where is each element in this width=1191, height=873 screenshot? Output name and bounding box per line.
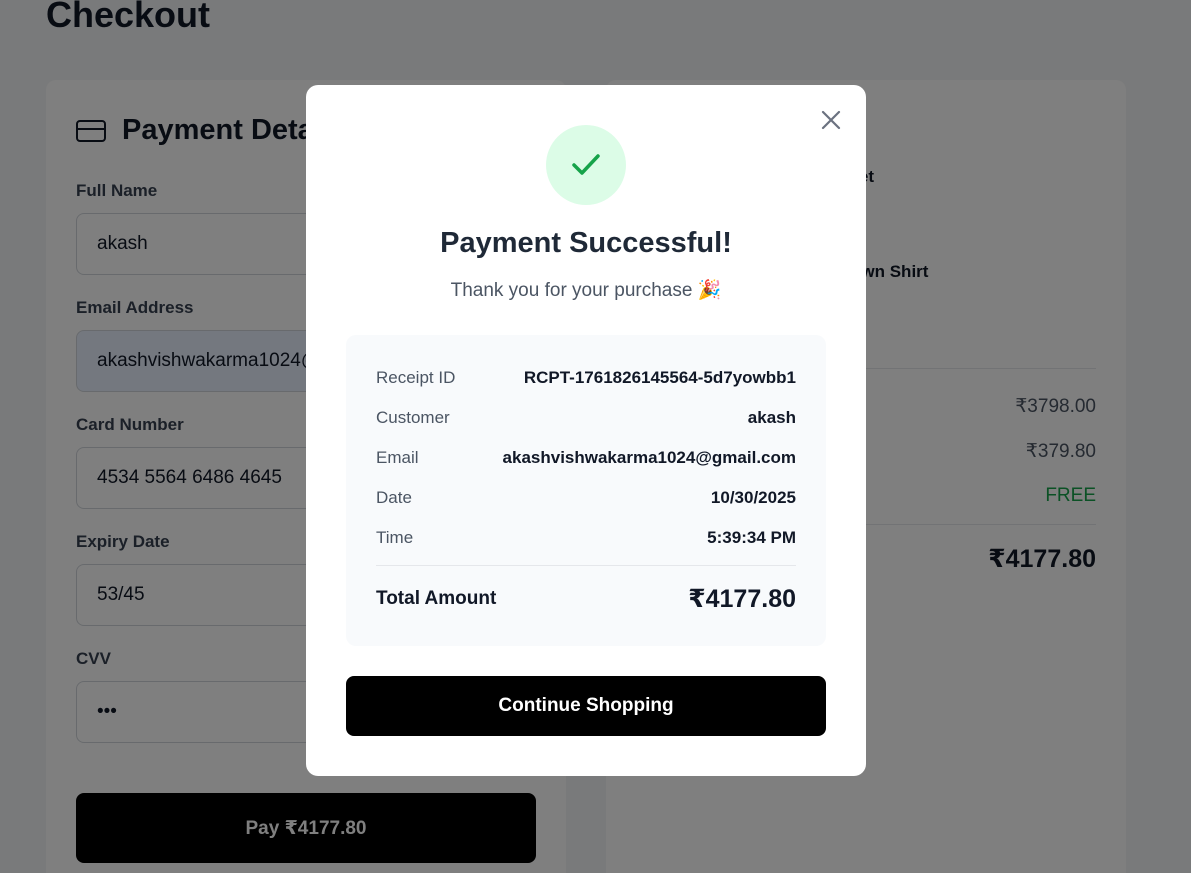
modal-subtitle: Thank you for your purchase 🎉: [450, 280, 722, 301]
customer-value: akash: [747, 408, 796, 427]
close-button[interactable]: [818, 107, 844, 133]
receipt-id-value: RCPT-1761826145564-5d7yowbb1: [523, 368, 796, 387]
date-label: Date: [376, 488, 412, 507]
time-value: 5:39:34 PM: [707, 528, 796, 547]
receipt-row-date: Date 10/30/2025: [376, 488, 796, 508]
total-amount-label: Total Amount: [376, 588, 497, 609]
receipt-row-email: Email akashvishwakarma1024@gmail.com: [376, 448, 796, 468]
receipt-divider: [376, 565, 796, 566]
receipt-row-id: Receipt ID RCPT-1761826145564-5d7yowbb1: [376, 368, 796, 388]
email-label: Email: [376, 448, 419, 467]
receipt-row-customer: Customer akash: [376, 408, 796, 428]
total-amount-value: ₹4177.80: [688, 585, 796, 613]
receipt-panel: Receipt ID RCPT-1761826145564-5d7yowbb1 …: [346, 335, 826, 646]
customer-label: Customer: [376, 408, 450, 427]
email-value: akashvishwakarma1024@gmail.com: [502, 448, 796, 467]
time-label: Time: [376, 528, 414, 547]
receipt-row-total: Total Amount ₹4177.80: [376, 584, 796, 614]
receipt-row-time: Time 5:39:34 PM: [376, 528, 796, 548]
date-value: 10/30/2025: [710, 488, 796, 507]
check-icon: [572, 154, 600, 175]
close-icon: [821, 110, 841, 130]
success-badge: [546, 125, 626, 205]
continue-shopping-button[interactable]: Continue Shopping: [346, 676, 826, 736]
modal-title: Payment Successful!: [440, 227, 732, 259]
receipt-id-label: Receipt ID: [376, 368, 456, 387]
payment-success-modal: Payment Successful! Thank you for your p…: [306, 85, 866, 776]
